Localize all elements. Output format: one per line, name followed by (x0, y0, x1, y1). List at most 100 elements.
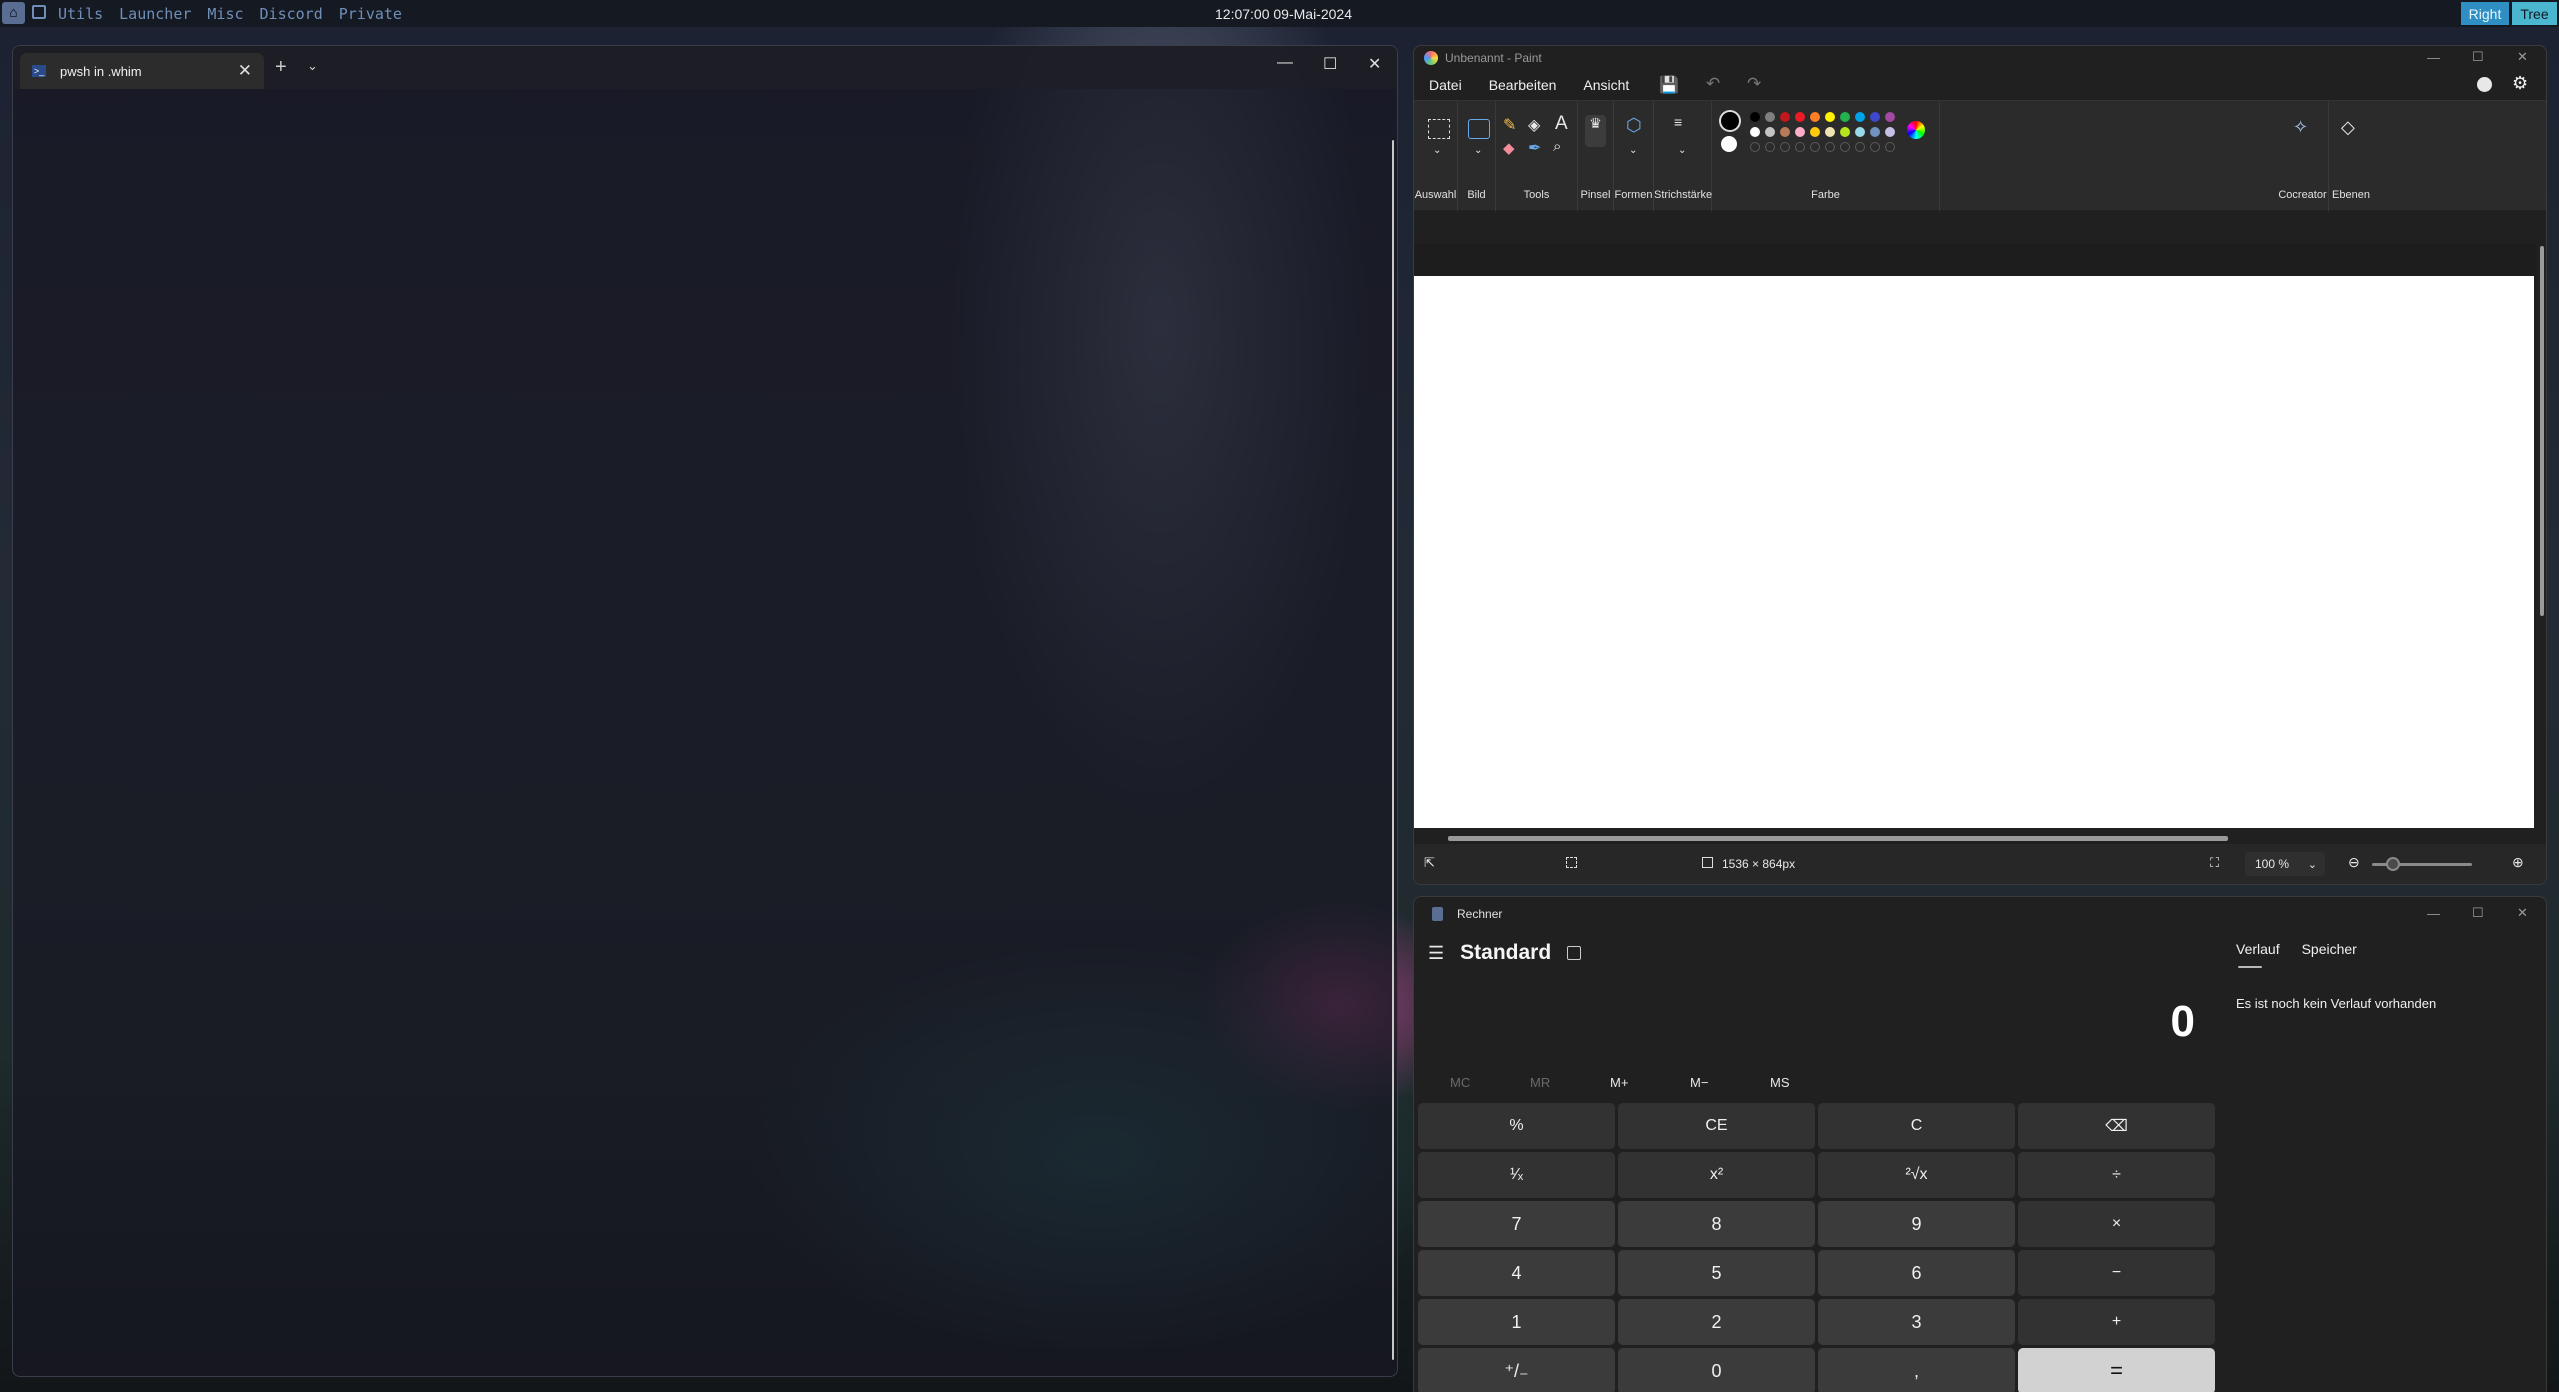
multiply-button[interactable]: × (2018, 1201, 2215, 1247)
backspace-button[interactable]: ⌫ (2018, 1103, 2215, 1149)
custom-color-slot[interactable] (1810, 142, 1820, 152)
layout-tag[interactable]: Right (2461, 2, 2509, 25)
vertical-scrollbar[interactable] (2540, 246, 2544, 616)
eraser-icon[interactable]: ◆ (1503, 139, 1515, 157)
chevron-down-icon[interactable]: ⌄ (1433, 145, 1441, 156)
memory-recall-button[interactable]: MR (1530, 1075, 1550, 1090)
stroke-size-icon[interactable]: ≡ (1674, 115, 1682, 129)
mode-tag[interactable]: Tree (2512, 2, 2557, 25)
custom-color-slot[interactable] (1795, 142, 1805, 152)
custom-color-slot[interactable] (1765, 142, 1775, 152)
memory-store-button[interactable]: MS (1770, 1075, 1790, 1090)
color-swatch[interactable] (1870, 112, 1880, 122)
tab-history[interactable]: Verlauf (2236, 941, 2280, 968)
color-swatch[interactable] (1840, 127, 1850, 137)
square-button[interactable]: x² (1618, 1152, 1815, 1198)
digit-0-button[interactable]: 0 (1618, 1348, 1815, 1392)
maximize-button[interactable]: ☐ (2472, 49, 2484, 65)
custom-color-slot[interactable] (1750, 142, 1760, 152)
color-swatch[interactable] (1870, 127, 1880, 137)
percent-button[interactable]: % (1418, 1103, 1615, 1149)
undo-icon[interactable]: ↶ (1706, 74, 1720, 94)
workspace-utils[interactable]: Utils (58, 5, 103, 23)
terminal-tab[interactable]: >_ pwsh in .whim ✕ (20, 53, 264, 89)
tab-memory[interactable]: Speicher (2302, 941, 2357, 957)
color-swatch[interactable] (1855, 127, 1865, 137)
color-swatch[interactable] (1810, 127, 1820, 137)
layers-icon[interactable]: ◇ (2341, 117, 2355, 138)
home-icon[interactable]: ⌂ (2, 2, 25, 24)
select-icon[interactable] (1428, 119, 1450, 139)
zoom-in-icon[interactable]: ⊕ (2512, 854, 2524, 871)
primary-color-swatch[interactable] (1721, 112, 1739, 130)
shapes-icon[interactable]: ⬡ (1626, 115, 1642, 136)
color-wheel-icon[interactable] (1907, 121, 1925, 139)
close-button[interactable]: ✕ (2517, 905, 2528, 921)
color-swatch[interactable] (1750, 112, 1760, 122)
custom-color-slot[interactable] (1780, 142, 1790, 152)
text-icon[interactable]: A (1555, 113, 1568, 135)
redo-icon[interactable]: ↷ (1747, 74, 1761, 94)
memory-add-button[interactable]: M+ (1610, 1075, 1628, 1090)
color-swatch[interactable] (1795, 127, 1805, 137)
digit-4-button[interactable]: 4 (1418, 1250, 1615, 1296)
color-swatch[interactable] (1825, 127, 1835, 137)
clear-button[interactable]: C (1818, 1103, 2015, 1149)
maximize-button[interactable]: ☐ (1323, 54, 1337, 74)
menu-view[interactable]: Ansicht (1583, 77, 1629, 93)
account-icon[interactable] (2477, 77, 2492, 92)
digit-1-button[interactable]: 1 (1418, 1299, 1615, 1345)
horizontal-scrollbar[interactable] (1448, 836, 2228, 841)
digit-2-button[interactable]: 2 (1618, 1299, 1815, 1345)
color-swatch[interactable] (1765, 112, 1775, 122)
workspace-launcher[interactable]: Launcher (119, 5, 191, 23)
keep-on-top-icon[interactable] (1567, 946, 1582, 960)
zoom-slider-thumb[interactable] (2386, 857, 2400, 871)
cocreator-icon[interactable]: ✧ (2293, 117, 2308, 138)
color-picker-icon[interactable]: ✒ (1528, 138, 1541, 158)
digit-8-button[interactable]: 8 (1618, 1201, 1815, 1247)
square-root-button[interactable]: ²√x (1818, 1152, 2015, 1198)
terminal-scrollbar[interactable] (1392, 140, 1394, 1360)
digit-9-button[interactable]: 9 (1818, 1201, 2015, 1247)
custom-color-slot[interactable] (1825, 142, 1835, 152)
pencil-icon[interactable]: ✎ (1503, 115, 1516, 135)
drawing-canvas[interactable] (1414, 276, 2534, 828)
subtract-button[interactable]: − (2018, 1250, 2215, 1296)
layout-icon[interactable] (32, 5, 46, 19)
zoom-select[interactable]: 100 % ⌄ (2245, 852, 2325, 876)
save-icon[interactable]: 💾 (1659, 75, 1679, 95)
menu-file[interactable]: Datei (1429, 77, 1462, 93)
new-tab-button[interactable]: + (275, 56, 287, 79)
reciprocal-button[interactable]: ¹⁄ₓ (1418, 1152, 1615, 1198)
add-button[interactable]: + (2018, 1299, 2215, 1345)
negate-button[interactable]: ⁺/₋ (1418, 1348, 1615, 1392)
equals-button[interactable]: = (2018, 1348, 2215, 1392)
decimal-button[interactable]: , (1818, 1348, 2015, 1392)
color-swatch[interactable] (1855, 112, 1865, 122)
workspace-private[interactable]: Private (339, 5, 402, 23)
minimize-button[interactable]: — (2427, 906, 2440, 921)
menu-edit[interactable]: Bearbeiten (1489, 77, 1557, 93)
memory-subtract-button[interactable]: M− (1690, 1075, 1708, 1090)
color-swatch[interactable] (1750, 127, 1760, 137)
image-icon[interactable] (1468, 119, 1490, 139)
maximize-button[interactable]: ☐ (2472, 905, 2484, 921)
workspace-discord[interactable]: Discord (260, 5, 323, 23)
close-tab-icon[interactable]: ✕ (238, 61, 252, 81)
color-swatch[interactable] (1885, 127, 1895, 137)
secondary-color-swatch[interactable] (1721, 136, 1737, 152)
fill-icon[interactable]: ◈ (1528, 115, 1540, 135)
hamburger-menu-icon[interactable]: ☰ (1428, 943, 1444, 964)
color-swatch[interactable] (1765, 127, 1775, 137)
custom-color-slot[interactable] (1870, 142, 1880, 152)
custom-color-slot[interactable] (1885, 142, 1895, 152)
divide-button[interactable]: ÷ (2018, 1152, 2215, 1198)
custom-color-slot[interactable] (1855, 142, 1865, 152)
close-button[interactable]: ✕ (1368, 54, 1381, 74)
custom-color-slot[interactable] (1840, 142, 1850, 152)
color-swatch[interactable] (1810, 112, 1820, 122)
color-swatch[interactable] (1825, 112, 1835, 122)
chevron-down-icon[interactable]: ⌄ (1474, 145, 1482, 156)
color-swatch[interactable] (1795, 112, 1805, 122)
